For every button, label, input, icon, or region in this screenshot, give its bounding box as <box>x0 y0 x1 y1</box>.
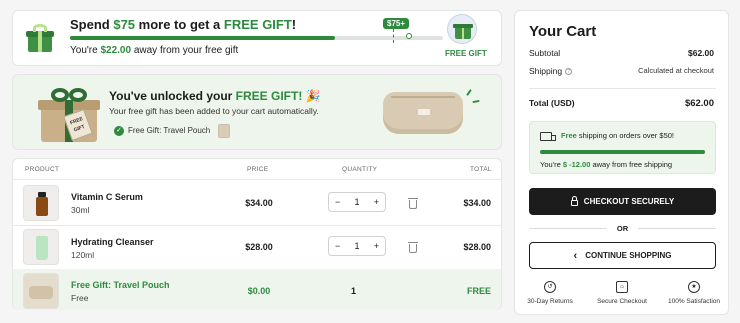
header-price: PRICE <box>247 166 269 173</box>
shipping-value: Calculated at checkout <box>638 66 714 75</box>
pouch-image <box>23 273 59 309</box>
gift-item-name: Free Gift: Travel Pouch <box>71 280 170 290</box>
item-price: $34.00 <box>245 198 273 208</box>
item-total: $28.00 <box>463 242 491 252</box>
increase-button[interactable]: + <box>374 197 379 207</box>
item-price: $28.00 <box>245 242 273 252</box>
continue-shopping-button[interactable]: ‹ CONTINUE SHOPPING <box>529 242 716 269</box>
cart-items-table: PRODUCT PRICE QUANTITY TOTAL Vitamin C S… <box>12 158 503 310</box>
free-gift-row: Free Gift: Travel Pouch Free $0.00 1 FRE… <box>13 269 501 310</box>
shipping-progress-fill <box>540 150 705 154</box>
return-icon: ↺ <box>544 281 556 293</box>
quantity-value[interactable]: 1 <box>354 241 359 251</box>
check-icon: ✓ <box>114 125 124 136</box>
lock-icon <box>570 196 578 206</box>
header-product: PRODUCT <box>25 166 60 173</box>
serum-image[interactable] <box>23 185 59 221</box>
pouch-thumbnail <box>218 123 231 138</box>
free-gift-chip-label: Free Gift: Travel Pouch <box>128 126 211 135</box>
unlock-title: You've unlocked your FREE GIFT! 🎉 <box>109 89 321 103</box>
shipping-away-text: You're $ -12.00 away from free shipping <box>540 160 673 169</box>
trust-secure: ⌂ Secure Checkout <box>587 281 657 305</box>
subtotal-value: $62.00 <box>688 48 714 58</box>
total-label: Total (USD) <box>529 98 575 108</box>
party-icon: 🎉 <box>305 89 321 103</box>
gift-item-variant: Free <box>71 293 89 303</box>
decrease-button[interactable]: − <box>335 241 340 251</box>
or-divider: OR <box>616 224 629 233</box>
free-gift-chip: ✓ Free Gift: Travel Pouch <box>114 122 231 139</box>
subtotal-label: Subtotal <box>529 48 561 58</box>
badge-icon: ★ <box>688 281 700 293</box>
threshold-line <box>393 29 394 43</box>
threshold-badge: $75+ <box>383 18 410 29</box>
trash-icon[interactable] <box>408 242 418 253</box>
shipping-progress-bar <box>540 150 705 154</box>
free-gift-label: FREE GIFT <box>445 49 487 58</box>
free-gift-progress-card: Spend $75 more to get a FREE GIFT! $75+ … <box>12 10 502 66</box>
gift-icon <box>25 23 55 53</box>
item-total: $34.00 <box>463 198 491 208</box>
progress-marker <box>406 33 412 39</box>
item-name[interactable]: Vitamin C Serum <box>71 192 143 202</box>
cart-summary: Your Cart Subtotal $62.00 Shipping? Calc… <box>514 10 729 315</box>
checkout-label: CHECKOUT SECURELY <box>583 197 675 206</box>
progress-subtitle: You're $22.00 away from your free gift <box>70 45 239 56</box>
truck-icon <box>540 132 556 141</box>
free-shipping-box: Free shipping on orders over $50! You're… <box>529 121 716 174</box>
quantity-stepper[interactable]: − 1 + <box>328 236 386 256</box>
checkout-button[interactable]: CHECKOUT SECURELY <box>529 188 716 215</box>
gift-goal-icon <box>447 14 477 44</box>
cleanser-image[interactable] <box>23 229 59 265</box>
header-quantity: QUANTITY <box>342 166 378 173</box>
gift-unlocked-banner: FREE GIFT You've unlocked your FREE GIFT… <box>12 74 502 150</box>
progress-bar-fill <box>70 36 335 40</box>
header-total: TOTAL <box>470 166 492 173</box>
travel-pouch-image <box>383 92 463 134</box>
item-variant: 30ml <box>71 205 90 215</box>
help-icon[interactable]: ? <box>565 68 573 76</box>
progress-title: Spend $75 more to get a FREE GIFT! <box>70 17 297 32</box>
gift-item-price: $0.00 <box>247 286 271 296</box>
item-variant: 120ml <box>71 250 95 260</box>
trash-icon[interactable] <box>408 198 418 209</box>
sparkle-icon <box>472 99 480 104</box>
sparkle-icon <box>466 89 472 96</box>
unlock-subtitle: Your free gift has been added to your ca… <box>109 106 319 116</box>
chevron-left-icon: ‹ <box>573 249 578 262</box>
cart-title: Your Cart <box>529 23 597 40</box>
shipping-label: Shipping? <box>529 66 573 76</box>
wrapped-gift-image: FREE GIFT <box>37 88 101 142</box>
gift-item-qty: 1 <box>351 286 357 296</box>
gift-item-total: FREE <box>466 286 491 296</box>
progress-bar <box>70 33 443 40</box>
total-value: $62.00 <box>684 98 714 109</box>
decrease-button[interactable]: − <box>335 197 340 207</box>
quantity-value[interactable]: 1 <box>354 197 359 207</box>
increase-button[interactable]: + <box>374 241 379 251</box>
continue-label: CONTINUE SHOPPING <box>585 251 672 260</box>
lock-icon: ⌂ <box>616 281 628 293</box>
quantity-stepper[interactable]: − 1 + <box>328 192 386 212</box>
free-shipping-text: Free shipping on orders over $50! <box>561 131 674 140</box>
trust-returns: ↺ 30-Day Returns <box>515 281 585 305</box>
item-name[interactable]: Hydrating Cleanser <box>71 237 154 247</box>
trust-satisfaction: ★ 100% Satisfaction <box>659 281 729 305</box>
